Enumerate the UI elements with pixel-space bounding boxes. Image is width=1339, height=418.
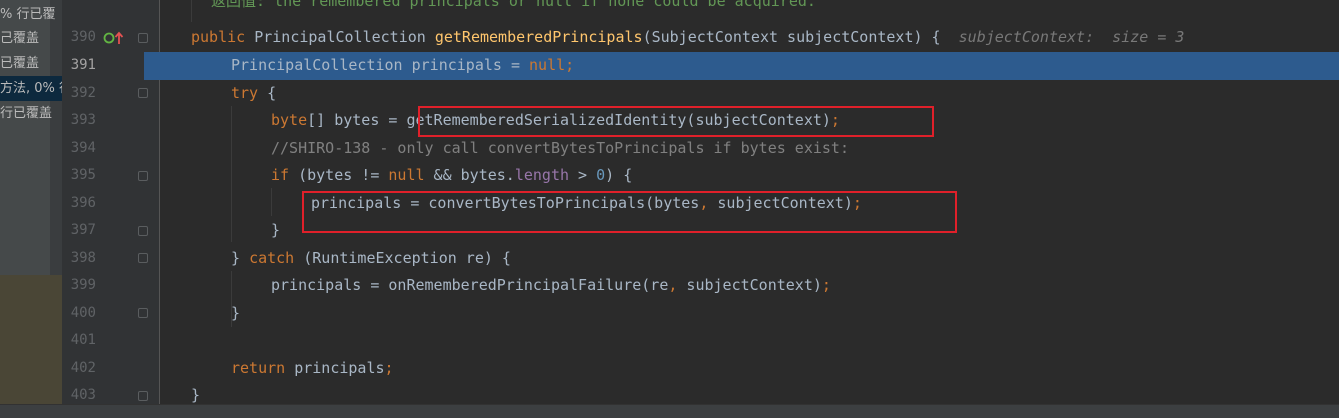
- doc-comment: 返回值: the remembered principals or null i…: [211, 0, 816, 10]
- keyword: byte: [271, 111, 308, 129]
- code-text: ) {: [605, 166, 633, 184]
- line-number: 394: [70, 139, 96, 156]
- code-line-394[interactable]: //SHIRO-138 - only call convertBytesToPr…: [271, 135, 849, 163]
- code-line-390[interactable]: public PrincipalCollection getRemembered…: [191, 24, 1184, 52]
- gutter-icons[interactable]: [103, 30, 124, 46]
- method-name: getRememberedPrincipals: [434, 28, 643, 46]
- code-line-392[interactable]: try {: [231, 80, 276, 108]
- code-text: principals =: [411, 56, 530, 74]
- inline-debug-hint: subjectContext: size = 3: [958, 28, 1185, 46]
- keyword: try: [231, 83, 259, 102]
- indent-guide: [231, 106, 232, 242]
- fold-marker-icon[interactable]: [138, 33, 148, 43]
- semicolon: ;: [565, 56, 575, 74]
- line-number: 402: [70, 359, 96, 376]
- coverage-panel-empty-area: [0, 275, 62, 404]
- keyword: null: [529, 56, 566, 74]
- implemented-method-icon[interactable]: [103, 32, 115, 44]
- code-text: [] bytes =: [307, 111, 407, 129]
- code-line-402[interactable]: return principals;: [231, 355, 394, 383]
- line-number: 400: [70, 304, 96, 321]
- coverage-row-label: 已覆盖: [0, 56, 40, 71]
- line-comment: //SHIRO-138 - only call convertBytesToPr…: [271, 138, 849, 157]
- annotation-box-convert-call: [302, 191, 957, 233]
- code-line-397[interactable]: }: [271, 217, 280, 245]
- code-line-395[interactable]: if (bytes != null && bytes.length > 0) {: [271, 162, 632, 190]
- editor-bottom-bar: [0, 404, 1339, 418]
- code-text: principals: [285, 358, 385, 377]
- code-text: && bytes.: [424, 166, 515, 184]
- fold-marker-icon[interactable]: [138, 226, 148, 236]
- type-name: PrincipalCollection: [231, 56, 403, 74]
- code-text: (RuntimeException re) {: [294, 248, 511, 267]
- code-text: (bytes !=: [289, 166, 389, 184]
- code-text: subjectContext): [677, 276, 822, 294]
- code-text: {: [258, 83, 277, 102]
- line-number: 392: [70, 84, 96, 101]
- code-text: }: [231, 248, 250, 267]
- keyword: catch: [249, 248, 295, 267]
- override-up-arrow-icon[interactable]: [114, 31, 124, 44]
- annotation-box-deserialize-call: [418, 106, 934, 137]
- code-line-398[interactable]: } catch (RuntimeException re) {: [231, 245, 511, 273]
- type-name: PrincipalCollection: [254, 28, 426, 46]
- line-number: 399: [70, 277, 96, 293]
- coverage-row-label: 方法, 0% 行: [0, 81, 62, 96]
- line-number: 396: [70, 194, 96, 211]
- coverage-row[interactable]: % 行已覆: [0, 2, 62, 27]
- fold-marker-icon[interactable]: [138, 171, 148, 181]
- line-number: 393: [70, 112, 96, 128]
- keyword: null: [388, 166, 425, 184]
- semicolon: ;: [384, 358, 394, 377]
- closing-brace: }: [271, 221, 281, 239]
- fold-marker-icon[interactable]: [138, 308, 148, 318]
- code-text: >: [569, 166, 597, 184]
- line-number: 398: [70, 249, 96, 266]
- code-line-399[interactable]: principals = onRememberedPrincipalFailur…: [271, 272, 831, 300]
- line-number: 397: [70, 222, 96, 238]
- indent-guide: [191, 0, 192, 22]
- closing-brace: }: [231, 303, 241, 322]
- line-number: 395: [70, 167, 96, 183]
- keyword: if: [271, 166, 290, 184]
- line-number-current: 391: [70, 57, 96, 73]
- fold-marker-icon[interactable]: [138, 391, 148, 401]
- code-line-391[interactable]: PrincipalCollection principals = null;: [231, 52, 574, 80]
- coverage-row-label: 行已覆盖: [0, 106, 53, 121]
- coverage-row[interactable]: 行已覆盖: [0, 101, 62, 126]
- closing-brace: }: [191, 386, 201, 404]
- code-line-400[interactable]: }: [231, 300, 240, 328]
- coverage-row[interactable]: 己覆盖: [0, 26, 62, 51]
- coverage-row[interactable]: 已覆盖: [0, 51, 62, 76]
- fold-marker-icon[interactable]: [138, 88, 148, 98]
- field-ref: length: [514, 166, 570, 184]
- coverage-panel: % 行已覆 己覆盖 已覆盖 方法, 0% 行 行已覆盖: [0, 0, 62, 404]
- number-literal: 0: [596, 166, 606, 184]
- semicolon: ;: [821, 276, 831, 294]
- indent-guide: [271, 188, 272, 216]
- line-number: 401: [70, 332, 96, 348]
- line-number: 390: [70, 29, 96, 45]
- params: (SubjectContext subjectContext) {: [642, 28, 941, 46]
- keyword: public: [191, 28, 246, 46]
- code-text: principals = onRememberedPrincipalFailur…: [271, 276, 669, 294]
- coverage-row-label: % 行已覆: [0, 7, 56, 22]
- coverage-row-selected[interactable]: 方法, 0% 行: [0, 76, 62, 101]
- keyword: return: [231, 358, 286, 377]
- coverage-row-label: 己覆盖: [0, 31, 40, 46]
- fold-marker-icon[interactable]: [138, 253, 148, 263]
